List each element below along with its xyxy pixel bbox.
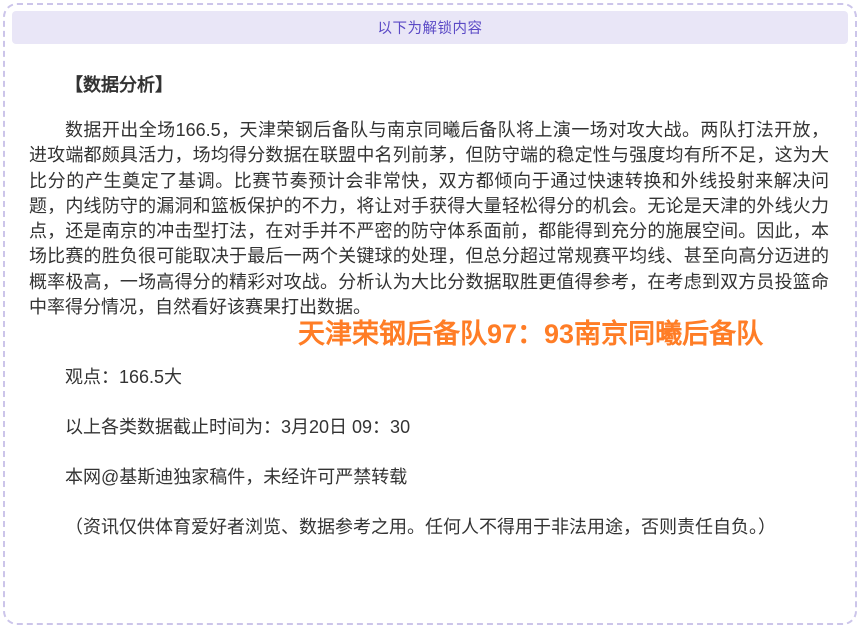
score-highlight: 天津荣钢后备队97：93南京同曦后备队 <box>298 318 829 350</box>
viewpoint-line: 观点：166.5大 <box>29 365 829 390</box>
unlocked-content-card: 以下为解锁内容 【数据分析】 数据开出全场166.5，天津荣钢后备队与南京同曦后… <box>3 3 857 625</box>
unlock-banner: 以下为解锁内容 <box>12 11 848 44</box>
disclaimer-line: （资讯仅供体育爱好者浏览、数据参考之用。任何人不得用于非法用途，否则责任自负。） <box>29 515 829 540</box>
copyright-line: 本网@基斯迪独家稿件，未经许可严禁转载 <box>29 465 829 490</box>
unlock-banner-text: 以下为解锁内容 <box>378 17 483 38</box>
analysis-paragraph: 数据开出全场166.5，天津荣钢后备队与南京同曦后备队将上演一场对攻大战。两队打… <box>29 118 829 320</box>
article-content: 【数据分析】 数据开出全场166.5，天津荣钢后备队与南京同曦后备队将上演一场对… <box>5 71 855 540</box>
section-title: 【数据分析】 <box>29 71 829 97</box>
data-cutoff-line: 以上各类数据截止时间为：3月20日 09：30 <box>29 415 829 440</box>
